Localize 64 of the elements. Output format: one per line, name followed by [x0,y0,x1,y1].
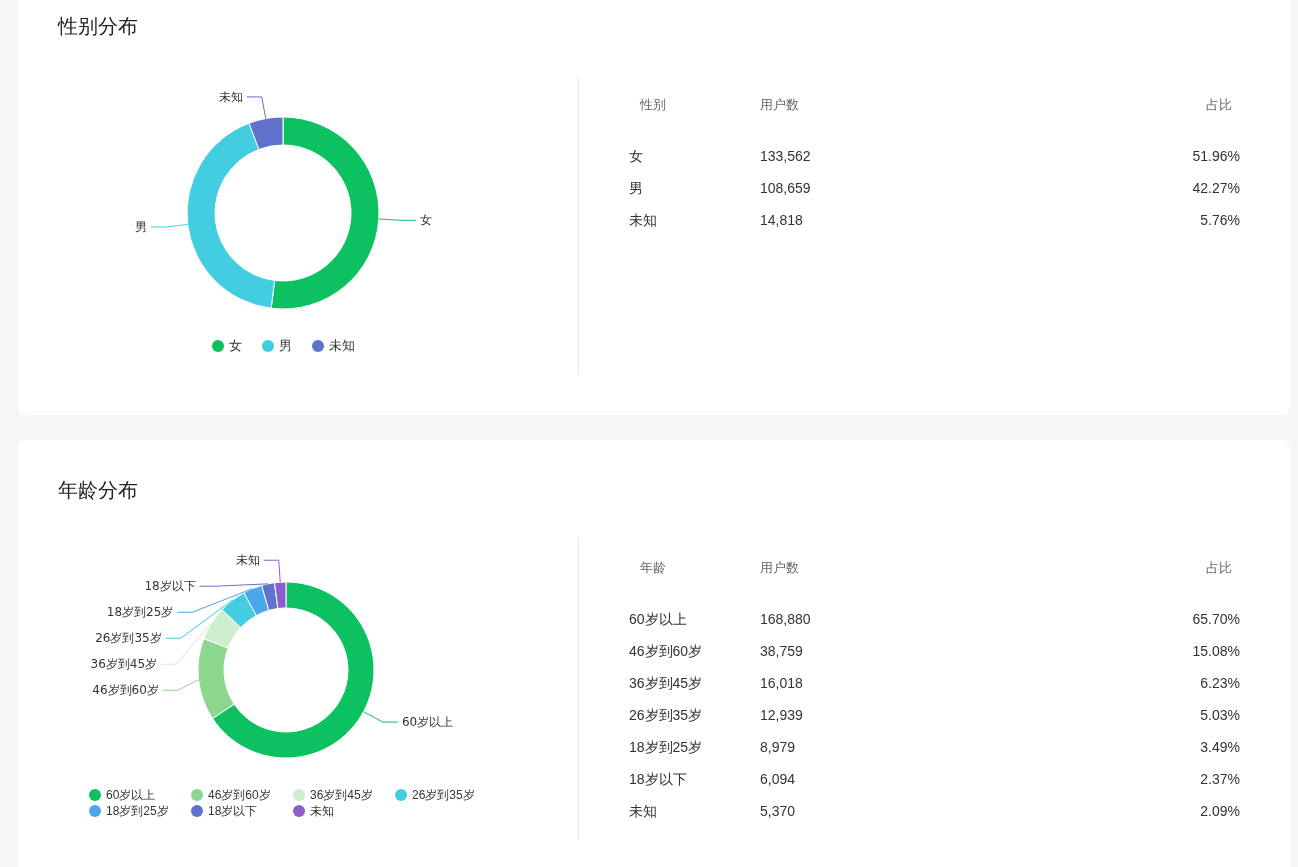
legend-label: 女 [228,337,242,355]
column-header: 性别 [639,96,667,114]
column-header: 年龄 [639,559,667,577]
table-cell-text: 14,818 [760,211,804,230]
segment-label: 未知 [218,89,243,104]
table-cell-text: 16,018 [760,674,804,693]
segment-label: 46岁到60岁 [92,683,159,698]
table-cell-text: 26岁到35岁 [629,706,704,725]
legend-label: 36岁到45岁 [310,787,373,803]
section-title: 年龄分布 [57,478,139,503]
legend-label: 18岁以下 [208,803,258,819]
table-cell-text: 2.09% [1199,802,1240,821]
segment-label: 36岁到45岁 [90,657,158,672]
section-title: 性别分布 [56,14,139,39]
leader-line [160,622,212,665]
table-cell-text: 8,979 [760,738,797,757]
legend-label: 26岁到35岁 [412,787,475,803]
table-cell-text: 18岁到25岁 [629,738,704,757]
leader-line [246,96,267,120]
table-cell-text: 男 [629,179,644,198]
table-cell-text: 108,659 [760,179,812,198]
segment-label: 未知 [235,553,260,568]
table-cell-text: 未知 [629,211,658,230]
table-cell-text: 38,759 [760,642,804,661]
segment-label: 18岁以下 [144,579,196,594]
table-cell-text: 36岁到45岁 [629,674,704,693]
table-cell-text: 60岁以上 [629,610,688,629]
segment-label: 男 [134,220,147,235]
column-header: 用户数 [760,96,800,114]
legend-label: 未知 [310,803,334,819]
table-cell-text: 女 [629,147,644,166]
legend-label: 46岁到60岁 [208,787,271,803]
table-cell-text: 51.96% [1191,147,1240,166]
legend-label: 18岁到25岁 [106,803,169,819]
leader-line [150,223,189,228]
table-cell-text: 6,094 [760,770,797,789]
legend-label: 男 [278,337,292,355]
table-cell-text: 133,562 [760,147,812,166]
segment-label: 女 [419,213,432,228]
legend-label: 未知 [328,337,355,355]
column-header: 占比 [1205,559,1233,577]
column-header: 用户数 [760,559,800,577]
table-cell-text: 3.49% [1199,738,1240,757]
table-cell-text: 18岁以下 [629,770,688,789]
leader-line [162,679,200,691]
segment-label: 18岁到25岁 [106,605,174,620]
leader-line [378,218,417,221]
table-cell-text: 46岁到60岁 [629,642,704,661]
table-cell-text: 6.23% [1199,674,1240,693]
column-header: 占比 [1205,96,1233,114]
table-cell-text: 168,880 [760,610,812,629]
leader-line [363,711,399,723]
legend-label: 60岁以上 [106,787,156,803]
table-cell-text: 65.70% [1191,610,1240,629]
table-cell-text: 5.76% [1199,211,1240,230]
table-cell-text: 未知 [629,802,658,821]
segment-label: 60岁以上 [401,715,454,730]
table-cell-text: 5,370 [760,802,797,821]
table-cell-text: 12,939 [760,706,804,725]
table-cell-text: 2.37% [1199,770,1240,789]
table-cell-text: 15.08% [1191,642,1240,661]
table-cell-text: 42.27% [1191,179,1240,198]
segment-label: 26岁到35岁 [95,631,162,646]
table-cell-text: 5.03% [1199,706,1240,725]
